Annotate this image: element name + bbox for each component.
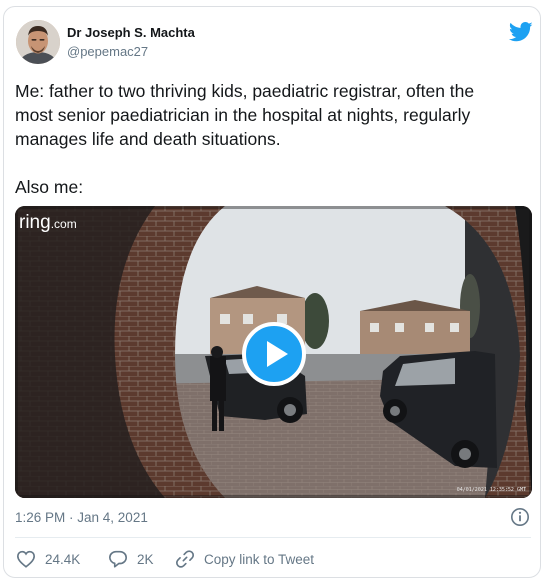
reply-count: 2K bbox=[137, 551, 154, 567]
divider bbox=[15, 537, 531, 538]
avatar-photo bbox=[16, 20, 60, 64]
speech-bubble-icon bbox=[109, 550, 127, 568]
tweet-text: Me: father to two thriving kids, paediat… bbox=[15, 79, 530, 199]
play-icon bbox=[267, 341, 288, 367]
like-count: 24.4K bbox=[45, 551, 81, 567]
like-button[interactable]: 24.4K bbox=[16, 547, 80, 571]
play-button[interactable] bbox=[242, 322, 306, 386]
tweet-text-line-3: manages life and death situations. bbox=[15, 129, 281, 149]
author-handle[interactable]: @pepemac27 bbox=[67, 44, 148, 59]
camera-timestamp: 04/01/2021 12:35:52 GMT bbox=[456, 487, 526, 493]
copy-link-button[interactable]: Copy link to Tweet bbox=[175, 547, 314, 571]
tweet-text-also-me: Also me: bbox=[15, 177, 84, 197]
tweet-text-line-2: most senior paediatrician in the hospita… bbox=[15, 105, 471, 125]
video-player[interactable]: ring.com 04/01/2021 12:35:52 GMT bbox=[15, 206, 532, 498]
author-name[interactable]: Dr Joseph S. Machta bbox=[67, 25, 195, 40]
copy-link-label: Copy link to Tweet bbox=[204, 551, 315, 567]
ring-watermark: ring.com bbox=[19, 212, 77, 234]
tweet-text-line-1: Me: father to two thriving kids, paediat… bbox=[15, 81, 475, 101]
link-icon bbox=[175, 550, 195, 568]
avatar[interactable] bbox=[16, 20, 60, 64]
info-circle-icon[interactable] bbox=[510, 507, 530, 527]
twitter-bird-icon[interactable] bbox=[509, 21, 533, 43]
tweet-card: Dr Joseph S. Machta @pepemac27 Me: fathe… bbox=[3, 6, 541, 578]
ring-brand-text: ring bbox=[19, 212, 51, 233]
heart-icon bbox=[16, 550, 36, 568]
reply-button[interactable]: 2K bbox=[108, 547, 154, 571]
ring-domain-text: .com bbox=[50, 217, 77, 231]
tweet-timestamp-link[interactable]: 1:26 PM · Jan 4, 2021 bbox=[15, 510, 148, 525]
